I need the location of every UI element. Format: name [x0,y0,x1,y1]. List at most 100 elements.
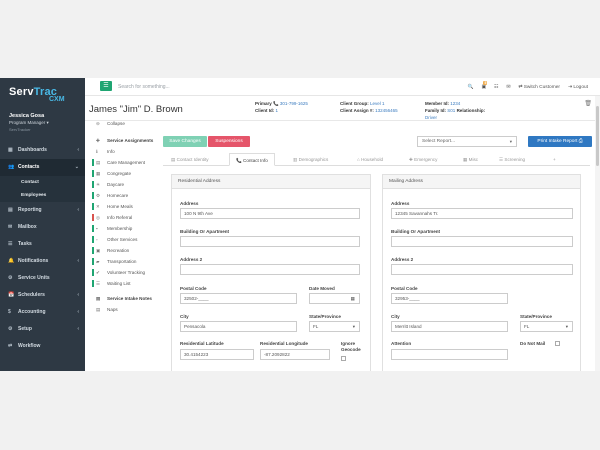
sidebar-item-tasks[interactable]: ☰ Tasks [0,236,85,253]
info-icon: ℹ [96,149,98,154]
mailing-state-select[interactable]: FL ▾ [520,321,573,332]
naps-item[interactable]: ▤ Naps [85,304,160,315]
tab-bar: ▤ Contact Identity 📞 Contact Info ▥ Demo… [163,153,590,166]
sidebar-item-label: Reporting [18,207,42,213]
search-input[interactable]: Search for something... [118,82,278,92]
tab-misc[interactable]: ▦ Misc [463,153,478,166]
switch-customer-label: Switch Customer [523,84,560,90]
client-group-value: Level 1 [370,101,385,106]
status-bar [92,192,94,199]
tab-add[interactable]: + [553,153,556,166]
submenu-item-transportation[interactable]: ▰ Transportation [85,256,160,267]
calendar-icon[interactable]: ▦ [351,294,355,304]
city-label: City [391,314,400,319]
mailing-postal-input[interactable]: 32953-____ [391,293,508,304]
service-intake-notes-item[interactable]: ▤ Service Intake Notes [85,293,160,304]
info-label: Info [107,149,115,154]
primary-phone[interactable]: 301-799-1625 [280,101,308,106]
list-icon[interactable]: ☷ [494,85,498,90]
info-item[interactable]: ℹ Info [85,146,160,157]
residential-address2-input[interactable] [180,264,360,275]
scrollbar-thumb[interactable] [596,106,599,166]
tasks-icon: ☰ [8,241,13,247]
mailing-building-input[interactable] [391,236,573,247]
print-intake-report-button[interactable]: Print Intake Report ⎙ [528,136,592,147]
tab-demographics[interactable]: ▥ Demographics [293,153,328,166]
sidebar-item-accounting[interactable]: $ Accounting ‹ [0,304,85,321]
sidebar-item-workflow[interactable]: ⇄ Workflow [0,338,85,355]
page-scrollbar[interactable] [595,96,600,371]
submenu-item-other-services[interactable]: ▫ Other Services [85,234,160,245]
submenu-item-care-management[interactable]: ▤ Care Management [85,157,160,168]
residential-address-input[interactable]: 100 N 9th Ave [180,208,360,219]
submenu-item-home-meals[interactable]: ✕ Home Meals [85,201,160,212]
tab-household[interactable]: ⌂ Household [357,153,383,166]
chevron-left-icon: ‹ [77,207,79,213]
notification-icon[interactable]: ▣ 5 [481,80,488,90]
save-changes-button[interactable]: Save Changes [163,136,207,147]
user-profile[interactable]: Jessica Gosa Program Manager ▾ ServTrack… [0,110,85,142]
trash-icon[interactable]: 🗑 [584,100,592,107]
sidebar-subitem-employees[interactable]: Employees [0,189,85,202]
tab-emergency[interactable]: ✚ Emergency [409,153,437,166]
latitude-input[interactable]: 30.4154223 [180,349,254,360]
ignore-geocode-checkbox[interactable] [341,356,346,361]
submenu-item-recreation[interactable]: ▣ Recreation [85,245,160,256]
status-bar [92,203,94,210]
gear-icon: ⚙ [96,193,101,198]
state-label: State/Province [309,314,341,319]
contact-header: James "Jim" D. Brown Primary 📞 301-799-1… [85,97,600,121]
mail-icon[interactable]: ✉ [506,85,510,90]
do-not-mail-checkbox[interactable] [555,341,560,346]
sidebar-item-reporting[interactable]: ▤ Reporting ‹ [0,202,85,219]
mailing-address2-input[interactable] [391,264,573,275]
tab-contact-info[interactable]: 📞 Contact Info [229,153,275,166]
mailing-address-input[interactable]: 12345 Savannahs Tr. [391,208,573,219]
switch-customer-link[interactable]: ⇄ Switch Customer [518,85,560,90]
top-bar: ☰ Search for something... 🔍 ▣ 5 ☷ ✉ ⇄ Swi… [85,78,600,96]
search-icon[interactable]: 🔍 [467,85,473,90]
logout-link[interactable]: ⇥ Logout [568,85,588,90]
client-id-label: Client Id: [255,108,275,113]
sidebar-item-schedulers[interactable]: 📅 Schedulers ‹ [0,287,85,304]
mailing-city-input[interactable]: Merritt Island [391,321,508,332]
submenu-item-daycare[interactable]: ☀ Daycare [85,179,160,190]
sidebar-item-setup[interactable]: ⚙ Setup ‹ [0,321,85,338]
client-id-value: 1 [275,108,279,113]
list-icon: ☰ [96,281,101,286]
user-role[interactable]: Program Manager ▾ [9,120,85,126]
menu-toggle-button[interactable]: ☰ [100,81,112,91]
report-select[interactable]: Select Report... ▾ [417,136,517,147]
submenu-item-congregate[interactable]: ▦ Congregate [85,168,160,179]
residential-building-input[interactable] [180,236,360,247]
residential-state-select[interactable]: FL ▾ [309,321,360,332]
sidebar-item-dashboards[interactable]: ▦ Dashboards ‹ [0,142,85,159]
date-moved-input[interactable]: ▦ [309,293,360,304]
sidebar-item-service-units[interactable]: ⚙ Service Units [0,270,85,287]
residential-postal-input[interactable]: 32502-____ [180,293,297,304]
residential-address-title: Residential Address [172,175,370,189]
attention-input[interactable] [391,349,508,360]
residential-address-panel: Residential Address Address 100 N 9th Av… [171,174,371,371]
submenu-item-membership[interactable]: ▪ Membership [85,223,160,234]
submenu-item-volunteer-tracking[interactable]: ✔ Volunteer Tracking [85,267,160,278]
sidebar-item-notifications[interactable]: 🔔 Notifications ‹ [0,253,85,270]
client-assign-value: 132456465 [375,108,398,113]
collapse-button[interactable]: ⊖ Collapse [85,118,160,129]
submenu-item-homecare[interactable]: ⚙ Homecare [85,190,160,201]
service-assignments-item[interactable]: ✚ Service Assignments [85,135,160,146]
submenu-item-label: Care Management [107,160,146,165]
submenu-item-label: Home Meals [107,204,133,209]
longitude-input[interactable]: -87.2092822 [260,349,330,360]
sidebar-subitem-contact[interactable]: Contact [0,176,85,189]
residential-city-input[interactable]: Pensacola [180,321,297,332]
status-bar [92,269,94,276]
users-icon: 👥 [8,164,15,170]
tab-contact-identity[interactable]: ▤ Contact Identity [171,153,209,166]
sidebar-item-mailbox[interactable]: ✉ Mailbox [0,219,85,236]
submenu-item-waiting-list[interactable]: ☰ Waiting List [85,278,160,289]
suspensions-button[interactable]: Suspensions [208,136,250,147]
tab-screening[interactable]: ☰ Screening [499,153,525,166]
sidebar-item-contacts[interactable]: 👥 Contacts ⌄ [0,159,85,176]
submenu-item-info-referral[interactable]: ◎ Info Referral [85,212,160,223]
